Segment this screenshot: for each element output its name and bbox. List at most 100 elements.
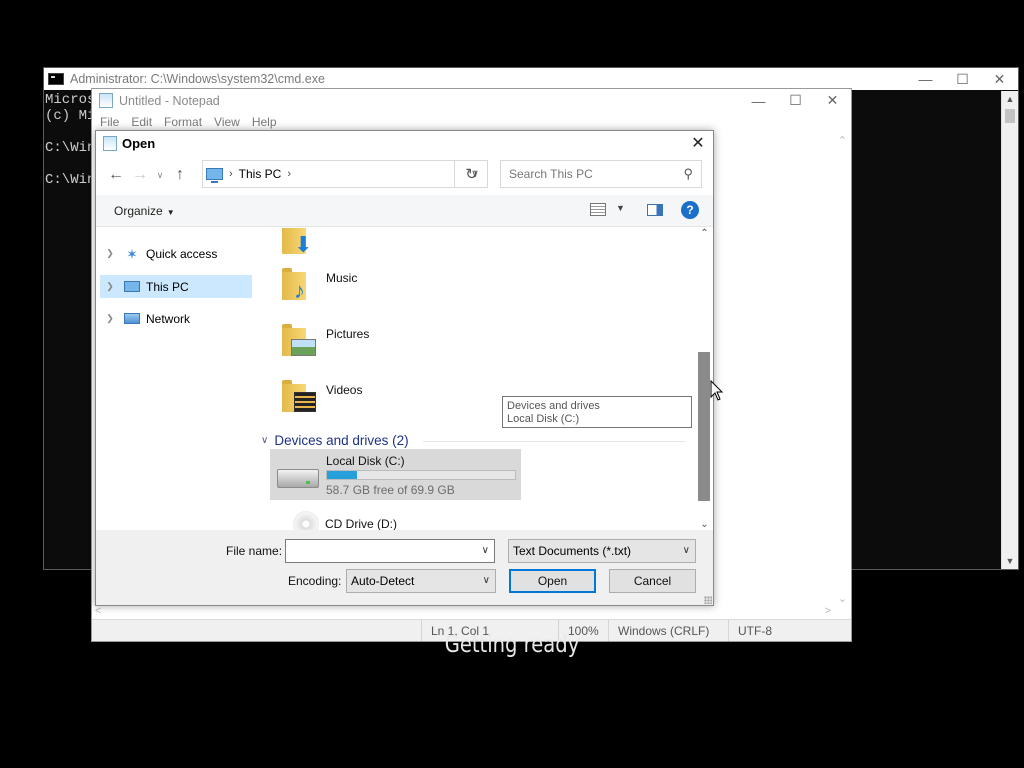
maximize-icon[interactable]: ☐ [944,68,981,90]
music-folder-icon[interactable]: ♪ [282,266,316,303]
nav-item-quick-access[interactable]: ❯ ✶ Quick access [100,242,252,265]
refresh-icon[interactable]: ↻ [454,160,488,188]
computer-icon [124,281,140,292]
organize-label: Organize [114,203,163,218]
chevron-right-icon[interactable]: ❯ [102,281,118,292]
notepad-icon [99,93,113,108]
group-divider [423,441,685,442]
group-header-devices[interactable]: ∨ Devices and drives (2) [261,433,409,448]
search-input[interactable]: Search This PC ⚲ [500,160,702,188]
scroll-down-icon[interactable]: ⌄ [834,592,851,605]
console-icon [48,73,64,85]
resize-grip[interactable] [704,596,712,604]
up-arrow-icon[interactable]: ↑ [168,166,192,184]
minimize-icon[interactable]: — [740,89,777,112]
film-icon [294,392,316,412]
chevron-right-icon[interactable]: ❯ [102,248,118,259]
file-list-scrollbar[interactable]: ⌃ ⌄ [696,228,713,530]
videos-folder-icon[interactable] [282,378,316,412]
folder-label[interactable]: Music [326,271,357,285]
notepad-titlebar[interactable]: Untitled - Notepad — ☐ ✕ [92,89,851,112]
search-icon: ⚲ [683,166,693,181]
drive-label: Local Disk (C:) [326,454,405,468]
editor-vscroll[interactable]: ⌃ ⌄ [834,132,851,607]
tooltip: Devices and drives Local Disk (C:) [502,396,692,428]
preview-pane-icon[interactable] [647,204,663,216]
nav-item-label: Network [146,311,191,326]
encoding-select[interactable]: Auto-Detect ∨ [346,569,496,593]
chevron-down-icon: ∨ [682,545,690,556]
organize-button[interactable]: Organize ▼ [114,204,175,218]
music-note-icon: ♪ [294,278,305,303]
cmd-scrollbar[interactable]: ▲ ▼ [1001,91,1018,569]
scroll-up-icon[interactable]: ▲ [1002,91,1018,107]
picture-icon [291,339,316,356]
drive-label[interactable]: CD Drive (D:) [325,517,397,530]
file-name-field[interactable]: ∨ [285,539,495,563]
command-bar: Organize ▼ ▼ ? [96,195,713,227]
maximize-icon[interactable]: ☐ [777,89,814,112]
network-icon [124,313,140,324]
scroll-up-icon[interactable]: ⌃ [834,134,851,147]
star-icon: ✶ [126,245,138,262]
scroll-thumb[interactable] [698,352,710,501]
nav-item-this-pc[interactable]: ❯ This PC [100,275,252,298]
nav-item-label: This PC [146,279,189,294]
recent-locations-chevron-icon[interactable]: ∨ [152,170,168,181]
menu-help[interactable]: Help [246,115,283,129]
back-arrow-icon[interactable]: ← [104,166,128,184]
tooltip-line: Devices and drives [507,400,600,412]
file-type-select[interactable]: Text Documents (*.txt) ∨ [508,539,696,563]
scroll-left-icon[interactable]: < [95,605,101,617]
folder-label[interactable]: Pictures [326,327,369,341]
nav-item-network[interactable]: ❯ Network [100,307,252,330]
close-icon[interactable]: ✕ [683,133,713,153]
address-this-pc[interactable]: This PC [239,167,282,181]
open-dialog: Open ✕ ← → ∨ ↑ › This PC › ∨ ↻ Search Th… [95,130,714,606]
forward-arrow-icon[interactable]: → [128,166,152,184]
folder-label[interactable]: Videos [326,383,362,397]
drive-free-space: 58.7 GB free of 69.9 GB [326,483,455,497]
menu-file[interactable]: File [94,115,125,129]
file-list[interactable]: ⬇ ♪ Music Pictures Videos ∨ Devices and … [253,228,697,530]
nav-item-label: Quick access [146,246,218,261]
change-view-icon[interactable] [590,203,606,216]
caret-down-icon: ▼ [166,207,175,217]
menu-edit[interactable]: Edit [125,115,158,129]
scroll-down-icon[interactable]: ⌄ [696,519,713,530]
close-icon[interactable]: ✕ [981,68,1018,90]
chevron-right-icon[interactable]: ❯ [102,313,118,324]
navigation-bar: ← → ∨ ↑ › This PC › ∨ ↻ Search This PC ⚲ [96,155,713,195]
mouse-cursor-icon [710,380,724,401]
cmd-titlebar[interactable]: Administrator: C:\Windows\system32\cmd.e… [44,68,1018,90]
dialog-titlebar[interactable]: Open ✕ [96,131,713,155]
open-button[interactable]: Open [509,569,596,593]
scroll-right-icon[interactable]: > [825,605,831,617]
drive-item-c[interactable]: Local Disk (C:) 58.7 GB free of 69.9 GB [270,449,521,500]
cd-drive-icon[interactable] [293,511,319,530]
close-icon[interactable]: ✕ [814,89,851,112]
file-type-value: Text Documents (*.txt) [513,544,632,558]
downloads-folder-icon[interactable]: ⬇ [282,228,316,256]
chevron-down-icon[interactable]: ∨ [261,435,268,446]
drive-usage-bar [326,470,516,480]
drive-usage-fill [327,471,358,479]
scroll-thumb[interactable] [1005,109,1015,123]
menu-view[interactable]: View [208,115,246,129]
cancel-button[interactable]: Cancel [609,569,696,593]
editor-hscroll[interactable]: < > [92,605,834,619]
address-bar[interactable]: › This PC › ∨ [202,160,488,188]
help-icon[interactable]: ? [681,201,699,219]
pictures-folder-icon[interactable] [282,322,316,356]
notepad-title: Untitled - Notepad [119,93,220,108]
chevron-right-icon[interactable]: › [287,168,291,180]
minimize-icon[interactable]: — [907,68,944,90]
menu-format[interactable]: Format [158,115,208,129]
scroll-down-icon[interactable]: ▼ [1002,553,1018,569]
caret-down-icon[interactable]: ▼ [616,203,625,213]
file-name-label: File name: [226,544,283,558]
chevron-down-icon[interactable]: ∨ [482,545,489,556]
tooltip-line: Local Disk (C:) [507,413,580,425]
chevron-right-icon[interactable]: › [229,168,233,180]
scroll-up-icon[interactable]: ⌃ [696,228,713,239]
